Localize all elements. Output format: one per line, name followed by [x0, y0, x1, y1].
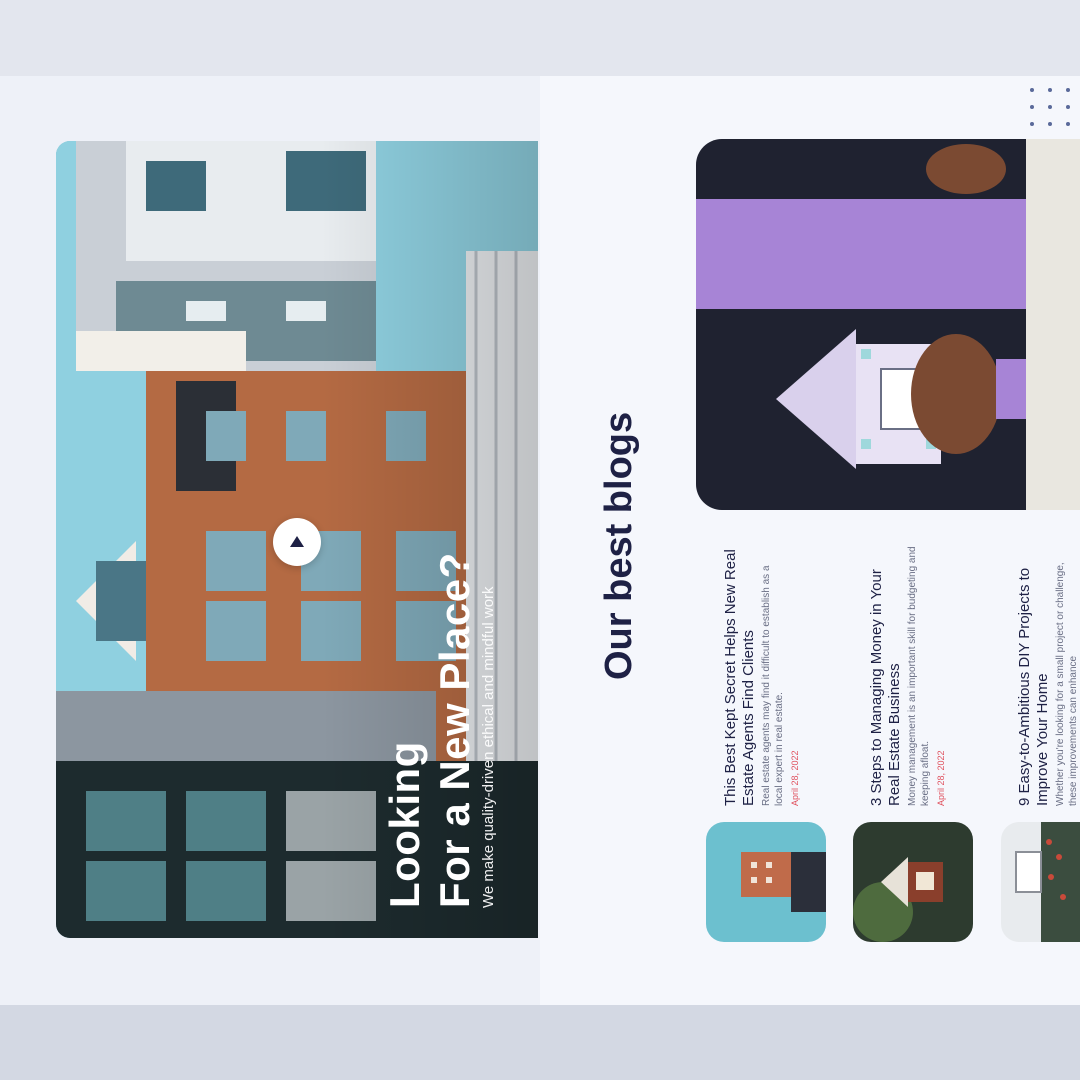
post-2-text: 3 Steps to Managing Money in Your Real E… — [868, 546, 946, 806]
play-video-button[interactable] — [273, 518, 321, 566]
hero-text-block: Looking For a New Place? We make quality… — [380, 148, 497, 908]
house-model-photo — [696, 139, 1080, 510]
hero-title-line1: Looking — [381, 741, 428, 908]
bottom-band — [0, 1005, 1080, 1080]
post-thumbnail[interactable] — [853, 822, 973, 942]
top-band — [0, 0, 1080, 76]
blog-post-1[interactable] — [706, 822, 826, 942]
post-1-text: This Best Kept Secret Helps New Real Est… — [722, 546, 800, 806]
post-date: April 28, 2022 — [790, 750, 800, 806]
post-excerpt: Real estate agents may find it difficult… — [761, 565, 785, 806]
blog-feature-image — [696, 139, 1080, 510]
dots-grid-icon — [1024, 86, 1074, 136]
post-3-text: 9 Easy-to-Ambitious DIY Projects to Impr… — [1016, 546, 1080, 806]
blog-post-3[interactable] — [1001, 822, 1080, 942]
post-excerpt: Money management is an important skill f… — [907, 546, 931, 806]
post-date: April 28, 2022 — [936, 750, 946, 806]
post-thumbnail[interactable] — [706, 822, 826, 942]
blog-post-2[interactable] — [853, 822, 973, 942]
post-excerpt: Whether you're looking for a small proje… — [1055, 562, 1079, 806]
hero-subtitle: We make quality-driven ethical and mindf… — [480, 586, 497, 908]
post-title[interactable]: This Best Kept Secret Helps New Real Est… — [722, 546, 758, 806]
play-icon — [290, 536, 304, 547]
post-thumbnail[interactable] — [1001, 822, 1080, 942]
post-title[interactable]: 3 Steps to Managing Money in Your Real E… — [868, 546, 904, 806]
hero-title-line2: For a New Place? — [431, 552, 478, 908]
post-title[interactable]: 9 Easy-to-Ambitious DIY Projects to Impr… — [1016, 546, 1052, 806]
blog-section-title: Our best blogs — [598, 411, 640, 680]
